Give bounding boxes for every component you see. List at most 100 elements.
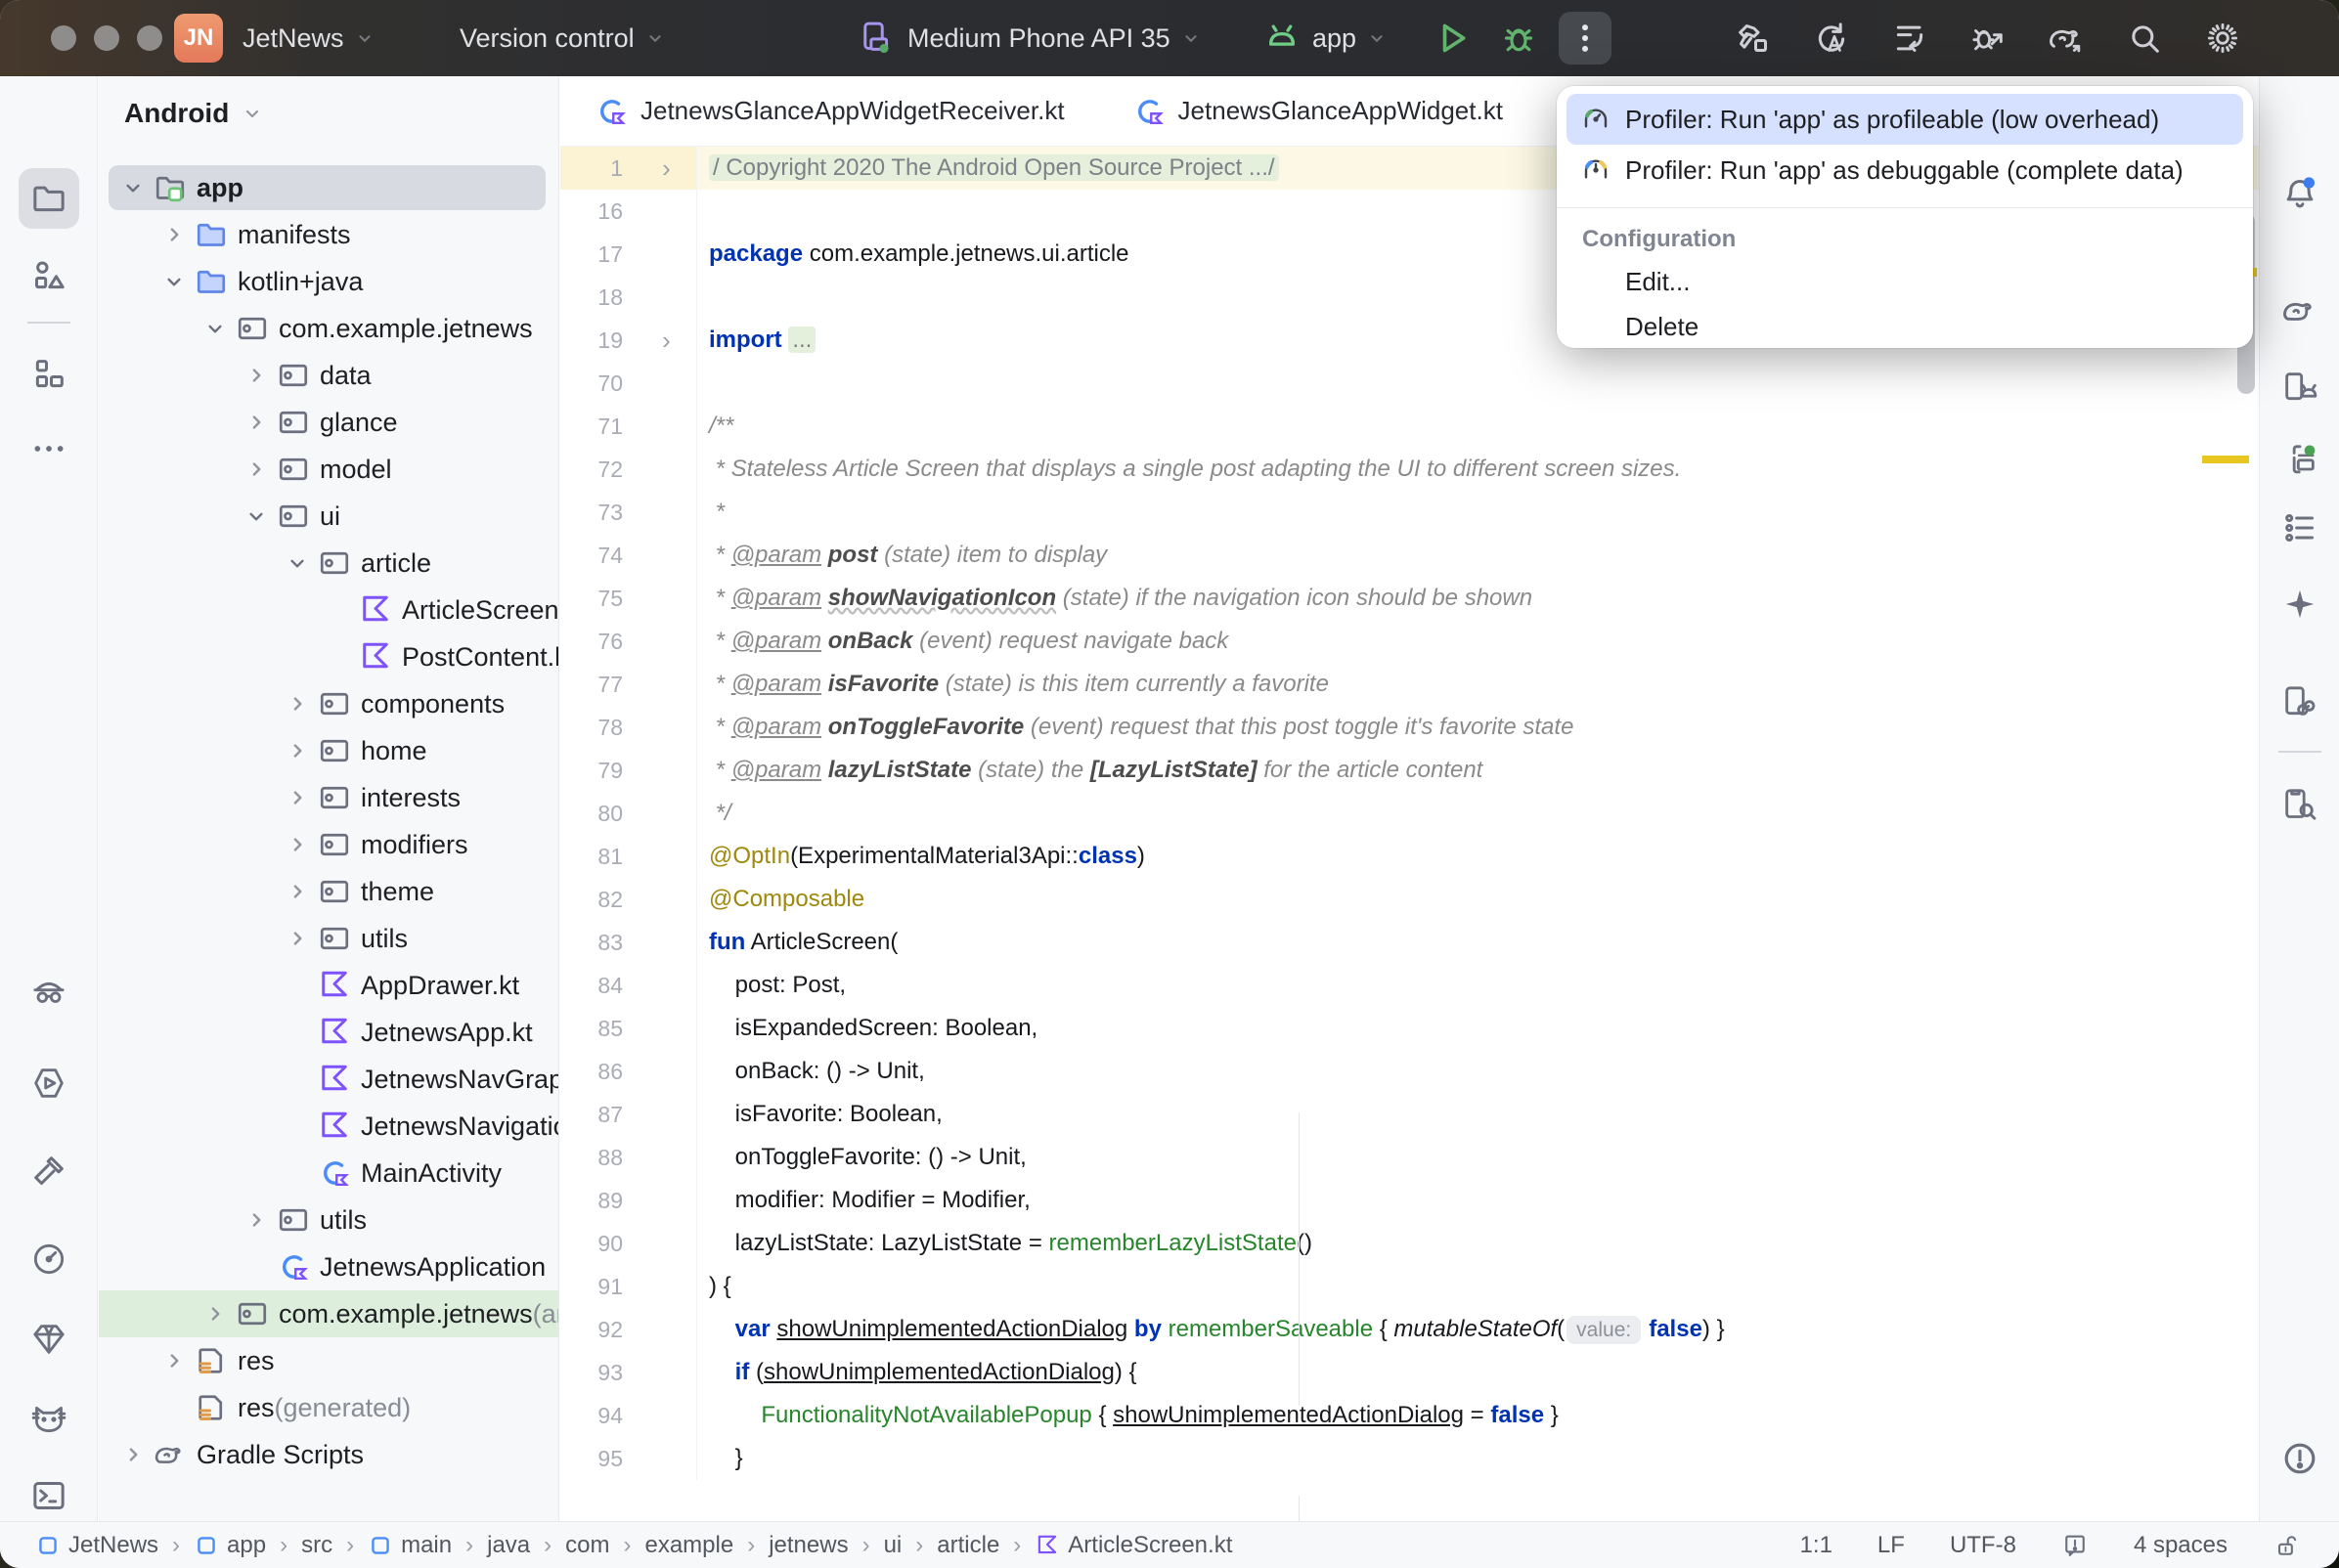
tree-item-ui[interactable]: ui [99, 493, 559, 540]
project-view-selector[interactable]: Android [124, 98, 229, 129]
line-number[interactable]: 72 [560, 448, 637, 491]
device-selector[interactable]: Medium Phone API 35 [857, 0, 1202, 76]
tool-logcat-button[interactable] [19, 1389, 79, 1450]
line-number[interactable]: 81 [560, 835, 637, 878]
tree-item-manifests[interactable]: manifests [99, 211, 559, 258]
breadcrumb-app[interactable]: app [194, 1532, 266, 1559]
tool-gradle-button[interactable] [2270, 281, 2330, 341]
attach-debugger-button[interactable] [1962, 12, 2014, 65]
line-number[interactable]: 94 [560, 1394, 637, 1437]
tool-notifications-button[interactable] [2270, 163, 2330, 224]
line-number[interactable]: 73 [560, 491, 637, 534]
code-area[interactable]: 1›/ Copyright 2020 The Android Open Sour… [560, 147, 2259, 1521]
tree-item-utils[interactable]: utils [99, 1197, 559, 1243]
line-number[interactable]: 78 [560, 706, 637, 749]
tree-item-article[interactable]: article [99, 540, 559, 587]
tree-item-kotlin-java[interactable]: kotlin+java [99, 258, 559, 305]
fold-marker[interactable]: › [637, 319, 697, 362]
line-number[interactable]: 79 [560, 749, 637, 792]
tool-todo-list-button[interactable] [2270, 498, 2330, 558]
popup-item-0[interactable]: Profiler: Run 'app' as profileable (low … [1567, 94, 2243, 145]
line-number[interactable]: 86 [560, 1050, 637, 1093]
run-button[interactable] [1426, 12, 1478, 65]
breadcrumb-jetnews[interactable]: jetnews [769, 1532, 848, 1559]
tool-device-manager-button[interactable] [2270, 357, 2330, 417]
breadcrumb-ui[interactable]: ui [884, 1532, 903, 1559]
build-button[interactable] [1727, 12, 1780, 65]
breadcrumb-articlescreen-kt[interactable]: ArticleScreen.kt [1035, 1532, 1232, 1559]
tool-project-folder-button[interactable] [19, 168, 79, 229]
tool-running-hex-button[interactable] [19, 1053, 79, 1113]
line-number[interactable]: 16 [560, 190, 637, 233]
breadcrumb-example[interactable]: example [644, 1532, 733, 1559]
readonly-warning-icon[interactable] [2061, 1532, 2089, 1559]
tree-item-interests[interactable]: interests [99, 774, 559, 821]
tree-item-model[interactable]: model [99, 446, 559, 493]
tree-item-mainactivity[interactable]: MainActivity [99, 1150, 559, 1197]
macos-minimize-button[interactable] [94, 25, 119, 51]
tree-item-com-example-jetnews[interactable]: com.example.jetnews (an [99, 1290, 559, 1337]
sync-button[interactable] [1805, 12, 1858, 65]
tree-item-home[interactable]: home [99, 727, 559, 774]
tree-item-components[interactable]: components [99, 680, 559, 727]
editor-tab-1[interactable]: JetnewsGlanceAppWidget.kt [1098, 76, 1536, 146]
line-separator[interactable]: LF [1877, 1532, 1905, 1559]
tree-item-app[interactable]: app [99, 164, 559, 211]
popup-item-1[interactable]: Profiler: Run 'app' as debuggable (compl… [1567, 145, 2243, 196]
tree-item-jetnewsnavigation[interactable]: JetnewsNavigation [99, 1103, 559, 1150]
breadcrumb-com[interactable]: com [565, 1532, 609, 1559]
run-config-selector[interactable]: app [1261, 0, 1388, 76]
user-avatar[interactable] [2274, 12, 2325, 63]
line-number[interactable]: 76 [560, 620, 637, 663]
tree-item-data[interactable]: data [99, 352, 559, 399]
tree-item-glance[interactable]: glance [99, 399, 559, 446]
line-number[interactable]: 90 [560, 1222, 637, 1265]
line-number[interactable]: 74 [560, 534, 637, 577]
line-number[interactable]: 1 [560, 147, 637, 190]
macos-zoom-button[interactable] [137, 25, 162, 51]
editor-tab-0[interactable]: JetnewsGlanceAppWidgetReceiver.kt [560, 76, 1098, 146]
caret-position[interactable]: 1:1 [1800, 1532, 1832, 1559]
line-number[interactable]: 87 [560, 1093, 637, 1136]
tool-device-explorer-button[interactable] [2270, 774, 2330, 835]
search-everywhere-button[interactable] [2118, 12, 2171, 65]
breadcrumb-jetnews[interactable]: JetNews [35, 1532, 158, 1559]
line-number[interactable]: 95 [560, 1437, 637, 1480]
tree-item-appdrawer-kt[interactable]: AppDrawer.kt [99, 962, 559, 1009]
macos-close-button[interactable] [51, 25, 76, 51]
line-number[interactable]: 71 [560, 405, 637, 448]
tool-profiler-button[interactable] [19, 1229, 79, 1289]
tree-item-res[interactable]: res [99, 1337, 559, 1384]
popup-action-1[interactable]: Delete [1557, 304, 2253, 349]
line-number[interactable]: 17 [560, 233, 637, 276]
line-number[interactable]: 75 [560, 577, 637, 620]
line-number[interactable]: 18 [560, 276, 637, 319]
line-number[interactable]: 83 [560, 921, 637, 964]
indent-setting[interactable]: 4 spaces [2134, 1532, 2228, 1559]
rerun-tasks-button[interactable] [1883, 12, 1936, 65]
breadcrumb-src[interactable]: src [301, 1532, 332, 1559]
tool-app-inspection-button[interactable] [19, 963, 79, 1024]
tool-structure-button[interactable] [19, 344, 79, 405]
line-number[interactable]: 91 [560, 1265, 637, 1308]
tree-item-jetnewsapp-kt[interactable]: JetnewsApp.kt [99, 1009, 559, 1056]
file-encoding[interactable]: UTF-8 [1950, 1532, 2016, 1559]
tree-item-gradle-scripts[interactable]: Gradle Scripts [99, 1431, 559, 1478]
project-menu[interactable]: JetNews [243, 0, 375, 76]
tool-resource-manager-button[interactable] [19, 245, 79, 306]
tree-item-utils[interactable]: utils [99, 915, 559, 962]
tool-gemini-spark-button[interactable] [2270, 574, 2330, 634]
line-number[interactable]: 93 [560, 1351, 637, 1394]
line-number[interactable]: 84 [560, 964, 637, 1007]
line-number[interactable]: 19 [560, 319, 637, 362]
breadcrumb-java[interactable]: java [487, 1532, 530, 1559]
tool-running-devices-button[interactable] [2270, 429, 2330, 490]
tree-item-postcontent-kt[interactable]: PostContent.kt [99, 633, 559, 680]
line-number[interactable]: 70 [560, 362, 637, 405]
tree-item-com-example-jetnews[interactable]: com.example.jetnews [99, 305, 559, 352]
line-number[interactable]: 89 [560, 1179, 637, 1222]
tree-item-jetnewsapplication[interactable]: JetnewsApplication [99, 1243, 559, 1290]
more-run-options-button[interactable] [1559, 12, 1611, 65]
popup-action-0[interactable]: Edit... [1557, 259, 2253, 304]
tree-item-modifiers[interactable]: modifiers [99, 821, 559, 868]
